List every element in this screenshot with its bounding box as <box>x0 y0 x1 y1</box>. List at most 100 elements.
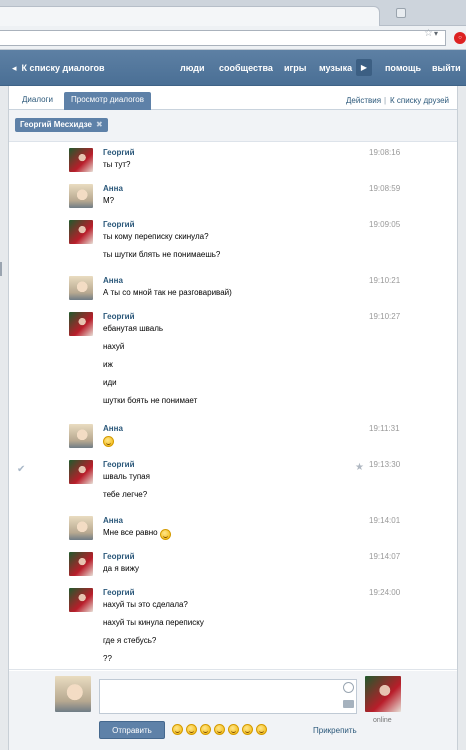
smiley-icon <box>103 436 114 447</box>
message-text: где я стебусь? <box>103 636 157 645</box>
author-name[interactable]: Анна <box>103 516 123 525</box>
site-header: ◂ К списку диалогов люди сообщества игры … <box>0 50 466 86</box>
message-text: да я вижу <box>103 564 140 573</box>
message-time: 19:24:00 <box>369 588 401 597</box>
nav-help[interactable]: помощь <box>385 63 421 73</box>
send-button[interactable]: Отправить <box>99 721 165 739</box>
composer: online Отправить Прикрепить <box>9 671 457 750</box>
browser-tab[interactable] <box>0 6 380 26</box>
author-avatar[interactable] <box>69 148 93 172</box>
nav-logout[interactable]: выйти <box>432 63 461 73</box>
author-name[interactable]: Анна <box>103 424 123 433</box>
address-bar[interactable] <box>0 30 446 46</box>
check-icon[interactable]: ✔ <box>17 464 25 475</box>
author-name[interactable]: Анна <box>103 276 123 285</box>
author-avatar[interactable] <box>69 220 93 244</box>
page-gutter-left <box>0 86 8 750</box>
attach-link[interactable]: Прикрепить <box>313 726 357 735</box>
message-text: ?? <box>103 654 112 663</box>
smiley-icon[interactable] <box>228 724 239 736</box>
browser-tabstrip <box>0 0 466 26</box>
new-tab-button[interactable] <box>396 8 406 18</box>
tab-view-dialogs[interactable]: Просмотр диалогов <box>64 92 151 110</box>
message-time: 19:10:27 <box>369 312 401 321</box>
bookmark-star-icon[interactable]: ☆ <box>424 28 433 39</box>
message-text: ты тут? <box>103 160 131 169</box>
chip-close-icon[interactable]: ✖ <box>96 120 103 129</box>
tab-separator: | <box>384 96 387 105</box>
message-text: нахуй ты кинула переписку <box>103 618 204 627</box>
message-text: ебанутая шваль <box>103 324 164 333</box>
message-time: 19:08:16 <box>369 148 401 157</box>
smiley-icon[interactable] <box>256 724 267 736</box>
back-label: К списку диалогов <box>21 63 105 73</box>
audio-play-icon[interactable]: ▶ <box>356 59 372 76</box>
message-text <box>103 436 114 447</box>
filter-bar: Георгий Месхидзе ✖ <box>9 110 457 142</box>
page-gutter-right <box>458 86 466 750</box>
author-avatar[interactable] <box>69 460 93 484</box>
nav-music[interactable]: музыка <box>319 63 352 73</box>
chip-label: Георгий Месхидзе <box>20 120 92 129</box>
smiley-icon[interactable] <box>214 724 225 736</box>
message-time: 19:14:01 <box>369 516 401 525</box>
author-avatar[interactable] <box>69 424 93 448</box>
smiley-bar <box>172 724 270 736</box>
peer-online-status: online <box>373 717 392 724</box>
author-name[interactable]: Георгий <box>103 460 135 469</box>
author-name[interactable]: Георгий <box>103 148 135 157</box>
message-text: тебе легче? <box>103 490 148 499</box>
contact-filter-chip[interactable]: Георгий Месхидзе ✖ <box>15 118 108 132</box>
nav-people[interactable]: люди <box>180 63 205 73</box>
author-avatar[interactable] <box>69 184 93 208</box>
author-avatar[interactable] <box>69 276 93 300</box>
dropdown-arrow-icon[interactable]: ▾ <box>434 29 438 38</box>
peer-avatar[interactable] <box>365 676 401 712</box>
message-text: Мне все равно <box>103 528 158 537</box>
author-avatar[interactable] <box>69 588 93 612</box>
smile-picker-icon[interactable] <box>343 682 354 693</box>
author-name[interactable]: Анна <box>103 184 123 193</box>
author-name[interactable]: Георгий <box>103 312 135 321</box>
author-avatar[interactable] <box>69 516 93 540</box>
back-to-dialogs-link[interactable]: ◂ К списку диалогов <box>12 63 105 74</box>
author-name[interactable]: Георгий <box>103 588 135 597</box>
camera-icon[interactable] <box>343 700 354 708</box>
author-name[interactable]: Георгий <box>103 552 135 561</box>
smiley-icon[interactable] <box>172 724 183 736</box>
browser-toolbar: ☆ ▾ ○ <box>0 26 466 50</box>
message-time: 19:14:07 <box>369 552 401 561</box>
author-avatar[interactable] <box>69 552 93 576</box>
friends-list-link[interactable]: К списку друзей <box>390 96 449 105</box>
scroll-marker <box>0 262 2 276</box>
actions-link[interactable]: Действия <box>346 96 381 105</box>
my-avatar[interactable] <box>55 676 91 712</box>
message-text: нахуй ты это сделала? <box>103 600 188 609</box>
dialog-panel: Диалоги Просмотр диалогов Действия | К с… <box>8 86 458 750</box>
author-avatar[interactable] <box>69 312 93 336</box>
smiley-icon[interactable] <box>200 724 211 736</box>
smiley-icon[interactable] <box>186 724 197 736</box>
nav-communities[interactable]: сообщества <box>219 63 273 73</box>
message-input[interactable] <box>99 679 357 714</box>
message-text: шваль тупая <box>103 472 150 481</box>
message-text: ты шутки блять не понимаешь? <box>103 250 221 259</box>
extension-icon[interactable]: ○ <box>454 32 466 44</box>
message-time: 19:10:21 <box>369 276 401 285</box>
message-text: иж <box>103 360 113 369</box>
message-text: иди <box>103 378 117 387</box>
tab-dialogs[interactable]: Диалоги <box>15 92 60 110</box>
message-time: 19:11:31 <box>369 424 400 433</box>
nav-games[interactable]: игры <box>284 63 306 73</box>
message-text: М? <box>103 196 115 205</box>
smiley-icon[interactable] <box>242 724 253 736</box>
message-time: 19:08:59 <box>369 184 401 193</box>
smiley-icon <box>160 529 171 540</box>
tabs-bar: Диалоги Просмотр диалогов Действия | К с… <box>9 86 457 110</box>
author-name[interactable]: Георгий <box>103 220 135 229</box>
back-arrow-icon: ◂ <box>12 63 17 73</box>
message-text: нахуй <box>103 342 125 351</box>
message-list: Георгий 19:08:16 ты тут? Анна 19:08:59 М? Геор… <box>9 144 457 670</box>
star-icon[interactable]: ★ <box>355 462 364 473</box>
message-text: шутки боять не понимает <box>103 396 198 405</box>
